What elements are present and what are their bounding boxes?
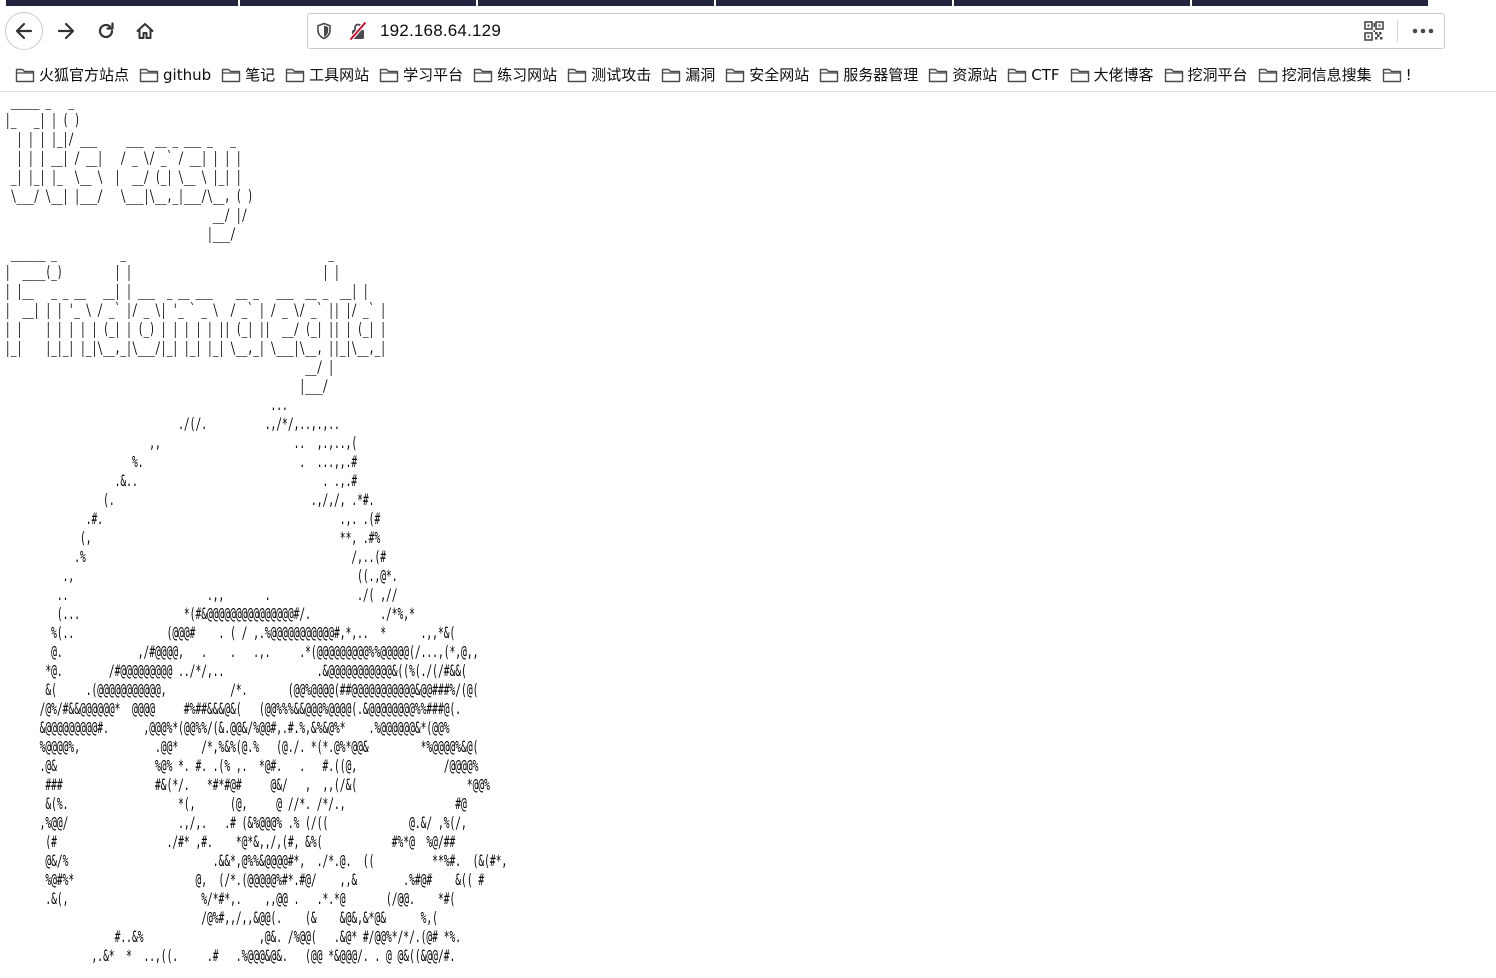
bookmark-label: github xyxy=(163,65,212,84)
bookmark-label: 服务器管理 xyxy=(843,66,919,84)
page-content: _____ _ _ |_ _| | ( ) | | | |_|/ ___ ___… xyxy=(0,92,1496,978)
folder-icon xyxy=(820,68,839,82)
bookmark-folder[interactable]: 大佬博客 xyxy=(1070,64,1154,85)
folder-icon xyxy=(1164,68,1183,82)
home-button[interactable] xyxy=(126,12,164,50)
url-bar-separator xyxy=(1397,20,1398,42)
bookmark-label: CTF xyxy=(1031,65,1060,84)
ascii-art-banner: _____ _ _ |_ _| | ( ) | | | |_|/ ___ ___… xyxy=(4,92,508,965)
bookmark-label: 工具网站 xyxy=(309,66,370,84)
bookmark-label: ! xyxy=(1405,65,1412,84)
bookmark-folder[interactable]: 安全网站 xyxy=(725,64,809,85)
folder-icon xyxy=(1008,68,1027,82)
forward-button[interactable] xyxy=(47,12,85,50)
bookmark-folder[interactable]: 学习平台 xyxy=(379,64,463,85)
folder-icon xyxy=(662,68,681,82)
folder-icon xyxy=(929,68,948,82)
home-icon xyxy=(136,23,154,39)
bookmark-folder[interactable]: 漏洞 xyxy=(661,64,715,85)
tracking-protection-shield-icon[interactable] xyxy=(316,22,332,44)
bookmark-label: 练习网站 xyxy=(497,66,558,84)
bookmark-label: 学习平台 xyxy=(403,66,464,84)
back-button[interactable] xyxy=(5,12,43,50)
arrow-right-icon xyxy=(57,22,75,40)
bookmark-label: 挖洞平台 xyxy=(1187,66,1248,84)
bookmark-folder[interactable]: 测试攻击 xyxy=(567,64,651,85)
folder-icon xyxy=(139,68,159,82)
bookmark-label: 安全网站 xyxy=(749,66,810,84)
bookmark-folder[interactable]: ! xyxy=(1382,66,1412,84)
bookmark-folder[interactable]: 挖洞平台 xyxy=(1164,64,1248,85)
page-actions-more-icon[interactable] xyxy=(1408,20,1438,42)
bookmarks-toolbar: 火狐官方站点 github 笔记 工具网站 学习平台 练习网站 测试攻击 漏洞 安全网站 服务器管… xyxy=(0,58,1496,92)
folder-icon xyxy=(379,68,399,82)
folder-icon xyxy=(1258,68,1277,82)
folder-icon xyxy=(285,68,305,82)
bookmark-label: 漏洞 xyxy=(685,66,716,84)
folder-icon xyxy=(726,68,745,82)
reload-icon xyxy=(98,22,114,39)
navigation-toolbar: 192.168.64.129 xyxy=(0,6,1496,58)
folder-icon xyxy=(473,68,493,82)
folder-icon xyxy=(1070,68,1089,82)
bookmark-folder[interactable]: 资源站 xyxy=(928,64,997,85)
bookmark-folder[interactable]: 练习网站 xyxy=(473,64,557,85)
bookmark-folder[interactable]: github xyxy=(139,66,211,84)
insecure-connection-lock-icon[interactable] xyxy=(348,21,368,45)
bookmark-label: 笔记 xyxy=(245,66,276,84)
bookmark-folder[interactable]: 挖洞信息搜集 xyxy=(1258,64,1372,85)
address-bar[interactable]: 192.168.64.129 xyxy=(307,13,1445,49)
bookmark-label: 测试攻击 xyxy=(591,66,652,84)
arrow-left-icon xyxy=(15,22,33,40)
bookmark-folder[interactable]: 笔记 xyxy=(221,64,275,85)
bookmark-label: 火狐官方站点 xyxy=(39,66,130,84)
bookmark-folder[interactable]: CTF xyxy=(1007,65,1060,84)
folder-icon xyxy=(15,68,35,82)
bookmark-folder[interactable]: 火狐官方站点 xyxy=(15,64,129,85)
bookmark-label: 挖洞信息搜集 xyxy=(1281,66,1372,84)
bookmark-folder[interactable]: 服务器管理 xyxy=(819,64,918,85)
folder-icon xyxy=(567,68,587,82)
bookmark-folder[interactable]: 工具网站 xyxy=(285,64,369,85)
reload-button[interactable] xyxy=(87,12,125,50)
folder-icon xyxy=(1382,68,1401,82)
qr-code-icon[interactable] xyxy=(1364,21,1384,45)
url-text[interactable]: 192.168.64.129 xyxy=(380,21,501,41)
bookmark-label: 大佬博客 xyxy=(1093,66,1154,84)
bookmark-label: 资源站 xyxy=(952,66,998,84)
folder-icon xyxy=(221,68,241,82)
